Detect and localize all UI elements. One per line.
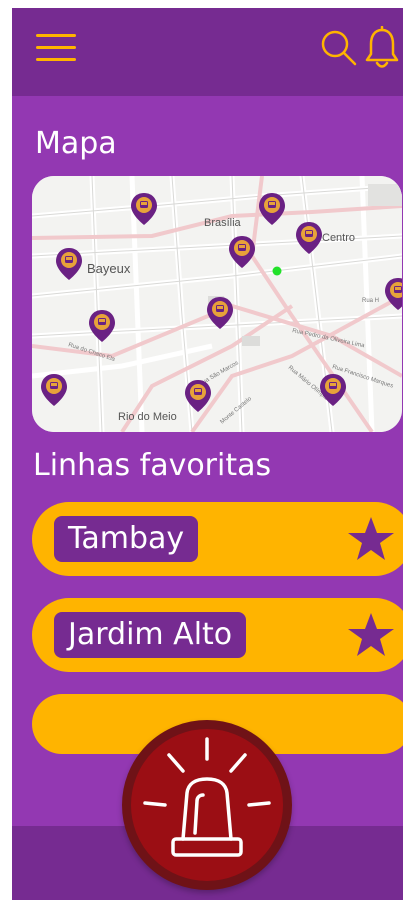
favorite-line-row[interactable]: Tambay (32, 502, 403, 576)
map-label-brasilia: Brasília (204, 217, 242, 229)
favorites-section-title: Linhas favoritas (33, 448, 272, 483)
favorite-line-label: Tambay (54, 516, 199, 562)
favorite-line-row[interactable]: Jardim Alto (32, 598, 403, 672)
map-section-title: Mapa (35, 126, 117, 161)
star-icon[interactable] (346, 514, 396, 569)
app-screen: Mapa Brasília Centro Bayeux Rio do Meio … (12, 8, 403, 900)
top-app-bar (12, 8, 403, 96)
favorite-line-label: Jardim Alto (54, 612, 247, 658)
search-icon[interactable] (320, 26, 358, 75)
map-label-rio-do-meio: Rio do Meio (118, 411, 177, 423)
map-view[interactable]: Brasília Centro Bayeux Rio do Meio Rua d… (32, 176, 402, 432)
emergency-siren-icon (143, 737, 271, 857)
emergency-alarm-button[interactable] (122, 720, 292, 890)
current-location-dot-icon (272, 266, 282, 276)
hamburger-menu-icon[interactable] (36, 32, 76, 64)
bell-icon[interactable] (364, 25, 400, 77)
map-label-bayeux: Bayeux (87, 261, 131, 276)
map-label-centro: Centro (322, 232, 355, 244)
map-label-rua-h: Rua H (362, 298, 379, 304)
star-icon[interactable] (346, 610, 396, 665)
